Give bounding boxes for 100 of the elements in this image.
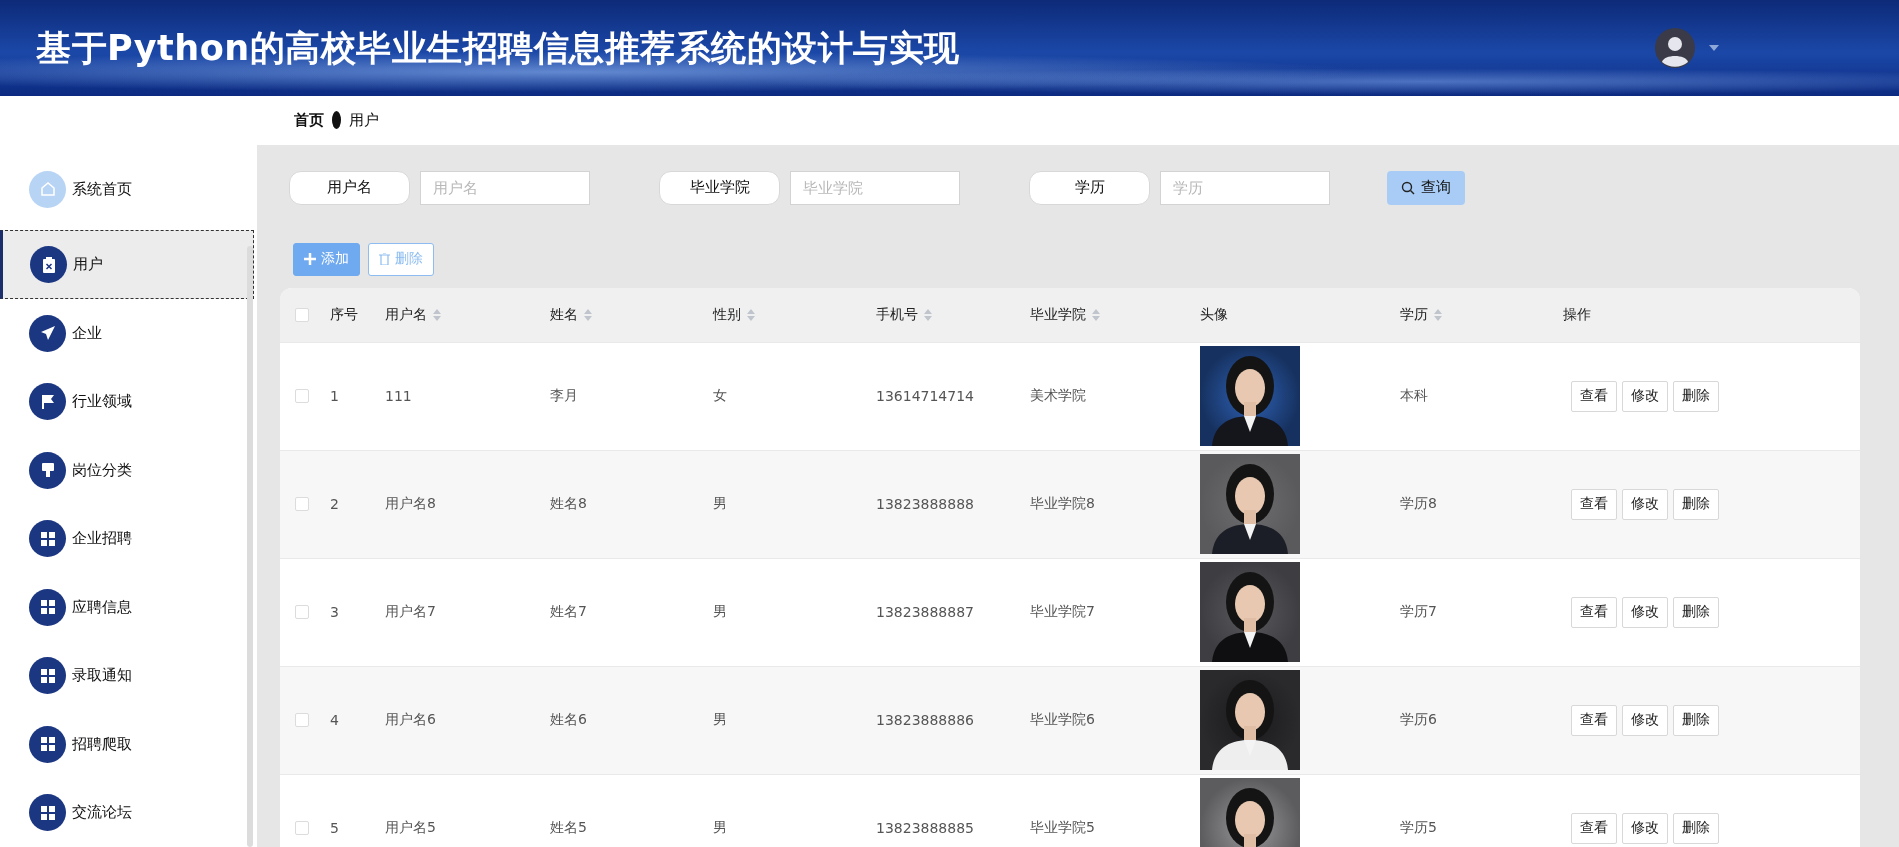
- checkbox[interactable]: [295, 497, 309, 512]
- field-label: 毕业学院: [659, 170, 780, 205]
- table-cell-text: 美术学院: [1030, 387, 1087, 406]
- table-cell-text: 毕业学院8: [1030, 495, 1096, 514]
- table-cell-text: 13614714714: [876, 388, 975, 405]
- search-field[interactable]: 学历: [1160, 170, 1330, 205]
- field-label: 用户名: [289, 170, 410, 205]
- table-cell-text: 毕业学院5: [1030, 819, 1096, 838]
- table-cell-text: 本科: [1400, 387, 1429, 406]
- table-cell-text: 13823888888: [876, 496, 975, 513]
- grid-icon: [40, 737, 55, 752]
- row-action-button[interactable]: 查看: [1571, 704, 1617, 736]
- table-cell-text: 男: [713, 603, 728, 622]
- sidebar-item[interactable]: 用户: [0, 230, 254, 299]
- trash-icon: [379, 253, 390, 266]
- sidebar-item[interactable]: 企业招聘: [0, 504, 257, 573]
- checkbox[interactable]: [295, 821, 309, 836]
- table-cell-text: 用户名6: [385, 711, 437, 730]
- plus-icon: [304, 253, 316, 266]
- table-cell-text: 毕业学院7: [1030, 603, 1096, 622]
- breadcrumb-item[interactable]: 首页: [294, 110, 324, 130]
- sort-icon[interactable]: [584, 308, 592, 321]
- row-action-button[interactable]: 删除: [1673, 812, 1719, 844]
- brush-icon: [40, 462, 55, 479]
- row-action-button[interactable]: 删除: [1673, 380, 1719, 412]
- table-cell-text: 2: [330, 496, 340, 513]
- table-cell-text: 姓名5: [550, 819, 588, 838]
- sidebar-item[interactable]: 录取通知: [0, 641, 257, 710]
- column-header: 头像: [1200, 305, 1228, 324]
- table-cell-text: 男: [713, 819, 728, 838]
- search-field[interactable]: 毕业学院: [790, 170, 960, 205]
- separator-icon: [332, 111, 341, 130]
- table-cell-text: 4: [330, 712, 340, 729]
- table-cell-text: 女: [713, 387, 728, 406]
- row-action-button[interactable]: 删除: [1673, 488, 1719, 520]
- row-action-button[interactable]: 删除: [1673, 596, 1719, 628]
- column-header[interactable]: 性别: [713, 305, 755, 324]
- checkbox[interactable]: [295, 389, 309, 404]
- sort-icon[interactable]: [433, 308, 441, 321]
- row-action-button[interactable]: 修改: [1622, 596, 1668, 628]
- sidebar-item[interactable]: 交流论坛: [0, 778, 257, 847]
- sidebar-item[interactable]: 系统首页: [0, 148, 257, 231]
- table-cell-text: 李月: [550, 387, 579, 406]
- search-icon: [1401, 180, 1415, 195]
- column-header[interactable]: 用户名: [385, 305, 441, 324]
- row-action-button[interactable]: 修改: [1622, 704, 1668, 736]
- checkbox[interactable]: [295, 307, 309, 322]
- column-header[interactable]: 手机号: [876, 305, 932, 324]
- home-icon: [39, 181, 56, 198]
- column-header: 操作: [1563, 305, 1591, 324]
- column-header: 序号: [330, 305, 358, 324]
- sidebar-item[interactable]: 企业: [0, 298, 257, 368]
- table-cell-text: 男: [713, 711, 728, 730]
- sort-icon[interactable]: [924, 308, 932, 321]
- column-header[interactable]: 毕业学院: [1030, 305, 1100, 324]
- row-action-button[interactable]: 删除: [1673, 704, 1719, 736]
- table-cell-text: 5: [330, 820, 340, 837]
- table-cell-text: 学历6: [1400, 711, 1438, 730]
- column-header[interactable]: 姓名: [550, 305, 592, 324]
- table-cell-text: 姓名7: [550, 603, 588, 622]
- flag-icon: [40, 393, 55, 410]
- row-action-button[interactable]: 修改: [1622, 488, 1668, 520]
- table-cell-text: 3: [330, 604, 340, 621]
- paper-plane-icon: [39, 325, 56, 342]
- search-field[interactable]: 用户名: [420, 170, 590, 205]
- search-button[interactable]: 查询: [1387, 170, 1465, 205]
- checkbox[interactable]: [295, 605, 309, 620]
- sort-icon[interactable]: [1092, 308, 1100, 321]
- row-action-button[interactable]: 查看: [1571, 488, 1617, 520]
- column-header[interactable]: 学历: [1400, 305, 1442, 324]
- row-action-button[interactable]: 查看: [1571, 812, 1617, 844]
- table-cell-text: 用户名7: [385, 603, 437, 622]
- table-cell-text: 男: [713, 495, 728, 514]
- table-cell-text: 学历8: [1400, 495, 1438, 514]
- field-label: 学历: [1029, 170, 1150, 205]
- row-action-button[interactable]: 查看: [1571, 596, 1617, 628]
- checkbox[interactable]: [295, 713, 309, 728]
- sidebar-item[interactable]: 岗位分类: [0, 435, 257, 505]
- sidebar-item[interactable]: 招聘爬取: [0, 710, 257, 779]
- clipboard-icon: [41, 256, 56, 273]
- sidebar-item[interactable]: 应聘信息: [0, 572, 257, 642]
- grid-icon: [40, 668, 55, 683]
- app-title: 基于Python的高校毕业生招聘信息推荐系统的设计与实现: [36, 26, 960, 70]
- table-cell-text: 用户名5: [385, 819, 437, 838]
- grid-icon: [40, 531, 55, 546]
- sort-icon[interactable]: [747, 308, 755, 321]
- sidebar-item[interactable]: 行业领域: [0, 367, 257, 436]
- table-cell-text: 111: [385, 388, 413, 405]
- caret-icon[interactable]: [1709, 45, 1719, 51]
- table-cell-text: 13823888886: [876, 712, 975, 729]
- row-action-button[interactable]: 修改: [1622, 812, 1668, 844]
- table-cell-text: 用户名8: [385, 495, 437, 514]
- table-cell-text: 学历7: [1400, 603, 1438, 622]
- sort-icon[interactable]: [1434, 308, 1442, 321]
- table-cell-text: 学历5: [1400, 819, 1438, 838]
- avatar-icon[interactable]: [1655, 28, 1695, 68]
- row-action-button[interactable]: 查看: [1571, 380, 1617, 412]
- table-cell-text: 13823888887: [876, 604, 975, 621]
- table-cell-text: 毕业学院6: [1030, 711, 1096, 730]
- row-action-button[interactable]: 修改: [1622, 380, 1668, 412]
